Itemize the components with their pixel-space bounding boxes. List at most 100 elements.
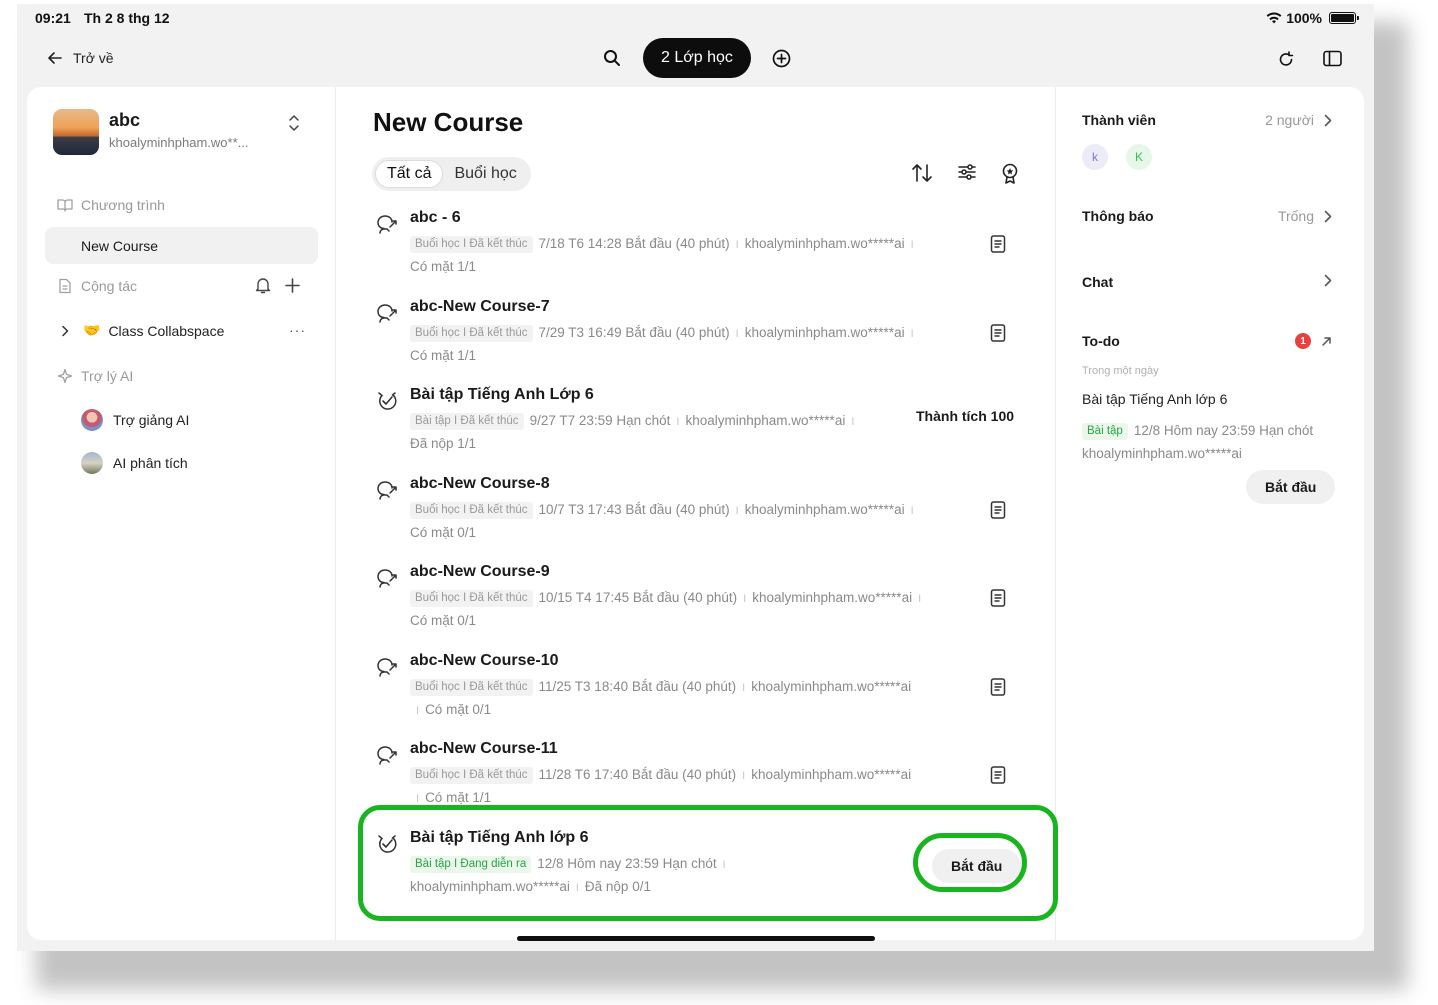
document-icon[interactable]: [990, 678, 1006, 696]
award-icon[interactable]: [1001, 163, 1019, 185]
item-owner: khoalyminhpham.wo*****ai: [685, 413, 846, 428]
search-button[interactable]: [601, 47, 623, 69]
item-info: 10/7 T3 17:43 Bắt đầu (40 phút): [538, 502, 730, 517]
tab-all[interactable]: Tất cả: [375, 160, 444, 188]
item-owner: khoalyminhpham.wo*****ai: [752, 590, 913, 605]
classes-pill[interactable]: 2 Lớp học: [643, 38, 751, 78]
item-title: Bài tập Tiếng Anh lớp 6: [410, 829, 589, 846]
todo-type-badge: Bài tập: [1082, 423, 1128, 440]
member-avatars: k K: [1082, 144, 1152, 170]
todo-subtitle: Trong một ngày: [1082, 365, 1159, 377]
todo-info: 12/8 Hôm nay 23:59 Hạn chót: [1133, 423, 1314, 438]
section-program: Chương trình: [57, 197, 165, 213]
item-meta: Buổi học I Đã kết thúc 7/29 T3 16:49 Bắt …: [410, 325, 914, 363]
battery-percent: 100%: [1286, 10, 1322, 26]
item-meta: Bài tập I Đã kết thúc 9/27 T7 23:59 Hạn c…: [410, 413, 855, 451]
item-title: Bài tập Tiếng Anh Lớp 6: [410, 386, 594, 403]
bell-icon[interactable]: [255, 277, 271, 294]
item-title: abc-New Course-8: [410, 475, 550, 492]
sidebar-toggle-icon[interactable]: [1323, 50, 1342, 67]
tablet-screen: 09:21 Th 2 8 thg 12 100% Trở về 2 Lớp họ…: [17, 4, 1374, 951]
item-owner: khoalyminhpham.wo*****ai: [744, 502, 905, 517]
section-collab: Cộng tác: [57, 278, 137, 294]
lesson-icon: [377, 569, 397, 588]
document-icon[interactable]: [990, 324, 1006, 342]
sidebar-item-collabspace[interactable]: 🤝 Class Collabspace: [61, 322, 224, 339]
todo-meta: Bài tập 12/8 Hôm nay 23:59 Hạn chót khoal…: [1082, 419, 1342, 465]
document-icon: [59, 278, 71, 294]
page-title: New Course: [373, 107, 524, 137]
chevron-right-icon: [1324, 114, 1332, 126]
right-tools: [1277, 50, 1342, 68]
workspace-header[interactable]: abc khoalyminhpham.wo**...: [53, 109, 248, 155]
workspace-name: abc: [109, 110, 141, 130]
avatar[interactable]: K: [1126, 144, 1152, 170]
item-stat: Có mặt 0/1: [410, 613, 477, 628]
todo-title[interactable]: Bài tập Tiếng Anh lớp 6: [1082, 391, 1227, 407]
sidebar-item-new-course[interactable]: New Course: [45, 227, 318, 264]
sort-icon[interactable]: [911, 163, 933, 183]
item-owner: khoalyminhpham.wo*****ai: [751, 679, 912, 694]
chevron-right-icon: [1324, 210, 1332, 222]
todo-label: To-do: [1082, 333, 1120, 349]
refresh-icon[interactable]: [1277, 50, 1295, 68]
assignment-icon: [378, 392, 397, 410]
tab-lessons[interactable]: Buổi học: [443, 160, 527, 188]
search-icon: [604, 50, 620, 66]
ai-analysis-avatar: [81, 452, 103, 474]
chevron-up-down-icon[interactable]: [287, 113, 301, 133]
item-info: 7/18 T6 14:28 Bắt đầu (40 phút): [538, 236, 730, 251]
plus-circle-icon: [773, 49, 791, 67]
sidebar-item-ai-tutor[interactable]: Trợ giảng AI: [81, 409, 189, 431]
back-label: Trở về: [73, 50, 114, 66]
item-stat: Có mặt 1/1: [410, 259, 477, 274]
ai-tutor-avatar: [81, 409, 103, 431]
status-badge: Buổi học I Đã kết thúc: [410, 236, 533, 253]
document-icon[interactable]: [990, 766, 1006, 784]
chat-row[interactable]: Chat: [1082, 274, 1332, 290]
item-title: abc-New Course-9: [410, 563, 550, 580]
status-badge: Buổi học I Đã kết thúc: [410, 679, 533, 696]
status-time: 09:21: [35, 10, 71, 26]
item-stat: Có mặt 1/1: [410, 348, 477, 363]
start-button[interactable]: Bắt đầu: [932, 849, 1022, 883]
section-collab-label: Cộng tác: [81, 278, 138, 294]
document-icon[interactable]: [990, 589, 1006, 607]
status-badge: Bài tập I Đang diễn ra: [410, 856, 532, 873]
notice-row[interactable]: Thông báo Trống: [1082, 208, 1332, 224]
todo-row[interactable]: To-do 1: [1082, 333, 1332, 349]
back-button[interactable]: Trở về: [47, 50, 114, 66]
main-content: New Course Tất cả Buổi học abc - 6 Buổi …: [336, 87, 1058, 940]
members-row[interactable]: Thành viên 2 người: [1082, 112, 1332, 128]
add-button[interactable]: [771, 47, 793, 69]
todo-start-button[interactable]: Bắt đầu: [1246, 470, 1336, 504]
item-owner: khoalyminhpham.wo*****ai: [751, 767, 912, 782]
item-owner: khoalyminhpham.wo*****ai: [410, 879, 570, 894]
item-owner: khoalyminhpham.wo*****ai: [744, 236, 905, 251]
item-meta: Buổi học I Đã kết thúc 11/25 T3 18:40 Bắt…: [410, 676, 970, 722]
lesson-icon: [377, 215, 397, 234]
section-ai-label: Trợ lý AI: [81, 368, 134, 384]
more-options-button[interactable]: ···: [289, 322, 306, 338]
ai-analysis-label: AI phân tích: [113, 455, 188, 471]
item-stat: Đã nộp 0/1: [584, 879, 651, 894]
avatar[interactable]: k: [1082, 144, 1108, 170]
content-panel: abc khoalyminhpham.wo**... Chương trình …: [27, 87, 1364, 940]
document-icon[interactable]: [990, 501, 1006, 519]
lesson-icon: [377, 658, 397, 677]
item-stat: Có mặt 0/1: [410, 525, 477, 540]
collabspace-label: Class Collabspace: [108, 322, 225, 339]
battery-icon: [1329, 12, 1359, 24]
document-icon[interactable]: [990, 235, 1006, 253]
members-label: Thành viên: [1082, 112, 1156, 128]
lesson-icon: [377, 746, 397, 765]
external-arrow-icon: [1322, 336, 1331, 346]
notice-value: Trống: [1277, 208, 1314, 224]
item-info: 11/28 T6 17:40 Bắt đầu (40 phút): [538, 767, 737, 782]
item-info: 12/8 Hôm nay 23:59 Hạn chót: [537, 856, 717, 871]
status-badge: Buổi học I Đã kết thúc: [410, 502, 533, 519]
filter-sliders-icon[interactable]: [957, 163, 977, 181]
section-program-label: Chương trình: [81, 197, 165, 213]
plus-icon[interactable]: [285, 278, 300, 293]
sidebar-item-ai-analysis[interactable]: AI phân tích: [81, 452, 188, 474]
